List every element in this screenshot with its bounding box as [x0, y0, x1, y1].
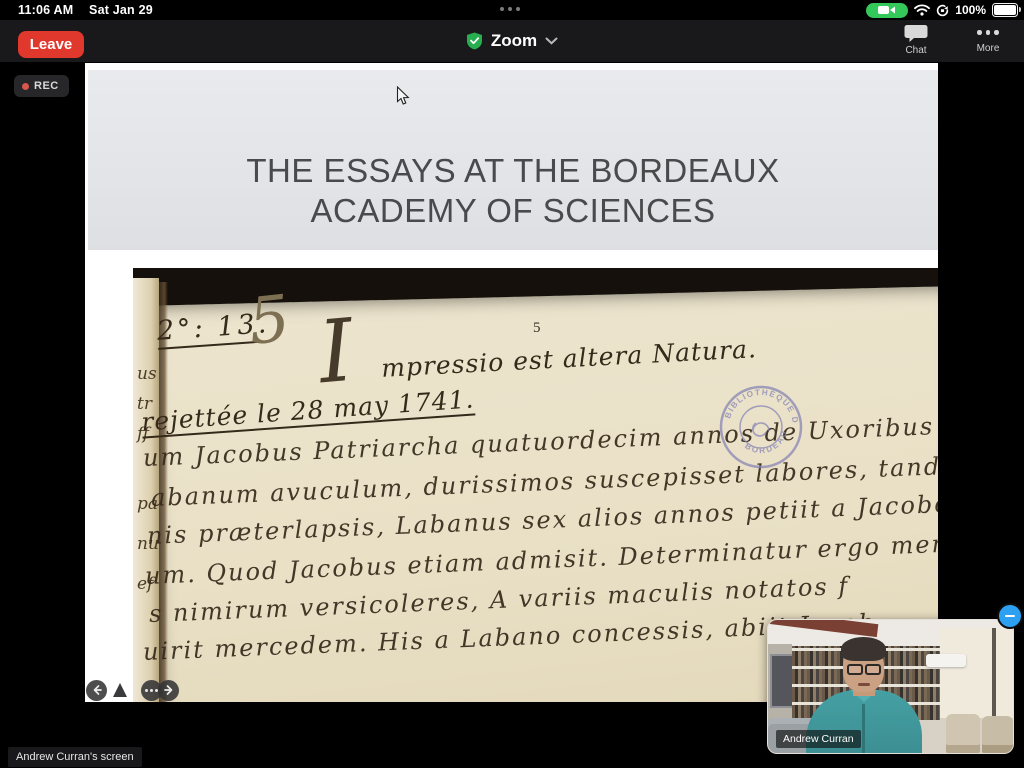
manuscript-page-number: 5 [533, 320, 541, 337]
clock-time: 11:06 AM [18, 3, 73, 17]
chat-button-label: Chat [905, 45, 926, 56]
framed-picture [770, 654, 794, 708]
manuscript-big-numeral: 5 [245, 282, 293, 360]
video-camera-icon [878, 5, 896, 15]
camera-active-pill-icon[interactable] [866, 3, 908, 18]
more-button-label: More [977, 43, 1000, 54]
armchair [946, 714, 980, 753]
wifi-icon [914, 4, 930, 16]
recording-label: REC [34, 80, 59, 92]
previous-slide-button[interactable] [86, 680, 107, 701]
more-button[interactable]: More [966, 24, 1010, 56]
svg-text:BIBLIOTHÈQUE DE LA VILLE: BIBLIOTHÈQUE DE LA VILLE [718, 384, 800, 425]
meeting-title: Zoom [491, 31, 537, 51]
more-dots-icon [977, 24, 999, 41]
battery-icon [992, 3, 1018, 17]
battery-percent: 100% [955, 3, 986, 17]
screen-share-owner-label: Andrew Curran's screen [8, 747, 142, 767]
meeting-title-group[interactable]: Zoom [0, 20, 1024, 62]
pointer-tool-button[interactable] [113, 683, 127, 697]
next-slide-button[interactable] [158, 680, 179, 701]
slide-title-band: THE ESSAYS AT THE BORDEAUX ACADEMY OF SC… [88, 70, 938, 250]
slide-title-line1: THE ESSAYS AT THE BORDEAUX [88, 152, 938, 190]
window-frame [992, 628, 996, 718]
library-stamp: BIBLIOTHÈQUE DE LA VILLE BORDEAUX [718, 384, 804, 470]
shirt-placket [862, 704, 865, 753]
recording-badge: REC [14, 75, 69, 97]
chat-button[interactable]: Chat [894, 24, 938, 56]
margin-fragment: us [137, 364, 157, 384]
slide-title-line2: ACADEMY OF SCIENCES [88, 192, 938, 230]
participant-name-tag: Andrew Curran [776, 730, 861, 748]
status-bar: 11:06 AM Sat Jan 29 100% [0, 0, 1024, 20]
eyeglasses [847, 664, 881, 675]
person-mouth [858, 683, 870, 686]
chevron-down-icon [545, 37, 558, 45]
share-controls [85, 679, 179, 701]
encryption-shield-icon [466, 32, 483, 50]
meeting-toolbar: Leave Zoom Chat More [0, 20, 1024, 63]
recording-dot-icon [22, 83, 29, 90]
chat-bubble-icon [904, 24, 928, 43]
participant-video-andrew-curran[interactable]: Andrew Curran [767, 619, 1014, 754]
person-hair [841, 637, 886, 661]
multitask-dots-icon[interactable] [500, 7, 520, 11]
clock-date: Sat Jan 29 [89, 3, 153, 17]
shared-screen: THE ESSAYS AT THE BORDEAUX ACADEMY OF SC… [85, 63, 938, 702]
air-conditioner [926, 654, 966, 667]
stamp-text-top: BIBLIOTHÈQUE DE LA VILLE [718, 384, 800, 425]
orientation-lock-icon [936, 4, 949, 17]
armchair [982, 716, 1013, 753]
minus-icon [1005, 615, 1015, 617]
window [940, 628, 1013, 718]
minimize-video-button[interactable] [997, 603, 1023, 629]
